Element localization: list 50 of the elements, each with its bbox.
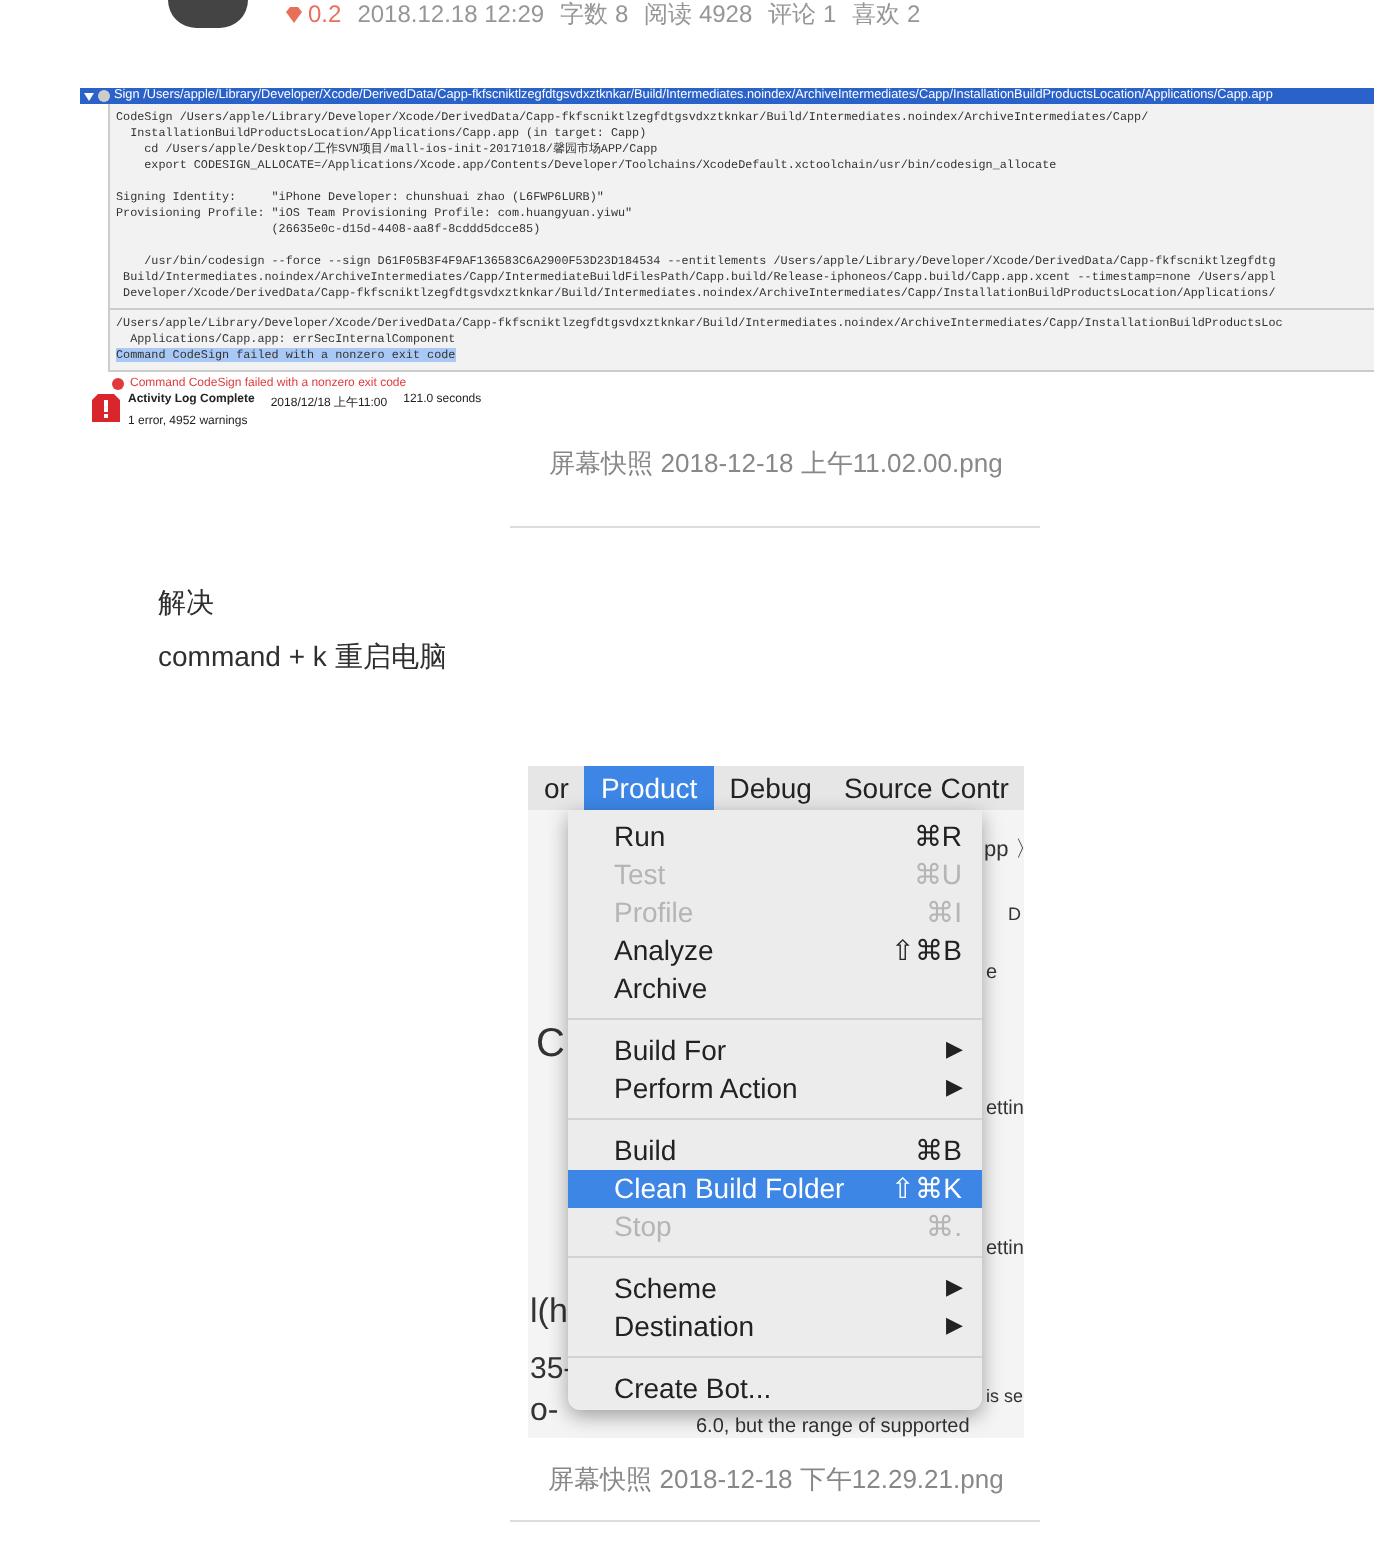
diamond-icon [284, 5, 304, 23]
post-date: 2018.12.18 12:29 [357, 0, 545, 28]
background-text: pp 〉 [984, 838, 1024, 863]
paragraph: 解决 [158, 586, 216, 622]
menu-item[interactable]: Run ⌘R [568, 818, 982, 856]
disclosure-icon [84, 91, 94, 101]
post-stat: 字数 8 [560, 0, 629, 31]
background-text: 6.0, but the range of supported [696, 1416, 970, 1438]
shortcut-text: ⌘B [915, 1132, 962, 1170]
background-text: o- [530, 1394, 559, 1430]
submenu-arrow: ▶ [946, 1074, 962, 1104]
post-stat: 评论 1 [768, 0, 837, 31]
menu-bar-item[interactable]: Debug [713, 766, 828, 810]
background-text: C [536, 1022, 565, 1066]
menu-bar-item[interactable]: or [528, 766, 585, 810]
background-text: ettin [986, 1098, 1024, 1120]
menu-item[interactable]: Build For ▶ [568, 1032, 982, 1070]
shortcut-text: ⌘. [926, 1208, 962, 1246]
error-icon [112, 378, 124, 390]
background-text: is se [986, 1388, 1024, 1408]
submenu-arrow: ▶ [946, 1312, 962, 1342]
menu-item[interactable]: Scheme ▶ [568, 1270, 982, 1308]
menu-bar-item[interactable]: Product [584, 766, 714, 810]
image-caption: 屏幕快照 2018-12-18 下午12.29.21.png [548, 1462, 1004, 1498]
image-caption: 屏幕快照 2018-12-18 上午11.02.00.png [549, 446, 1003, 482]
background-text: l(h [530, 1294, 568, 1332]
score-text: 0.2 [284, 0, 342, 28]
shortcut-text: ⇧⌘B [891, 932, 962, 970]
background-text: e [986, 962, 998, 984]
post-stat: 阅读 4928 [644, 0, 753, 31]
menu-item[interactable]: Create Bot... [568, 1370, 982, 1408]
background-text: 35- [530, 1354, 574, 1387]
paragraph: command + k 重启电脑 [158, 640, 449, 676]
menu-bar-item[interactable]: Source Contr [827, 766, 1024, 810]
shortcut-text: ⇧⌘K [891, 1170, 962, 1208]
post-stat: 喜欢 2 [852, 0, 921, 31]
warning-icon [92, 394, 120, 422]
background-text: D [1008, 906, 1021, 926]
menu-item[interactable]: Destination ▶ [568, 1308, 982, 1346]
menu-item[interactable]: Build ⌘B [568, 1132, 982, 1170]
avatar [168, 0, 248, 28]
menu-item[interactable]: Archive [568, 970, 982, 1008]
info-icon [98, 90, 110, 102]
submenu-arrow: ▶ [946, 1274, 962, 1304]
menu-item[interactable]: Clean Build Folder ⇧⌘K [568, 1170, 982, 1208]
menu-item[interactable]: Perform Action ▶ [568, 1070, 982, 1108]
menu-item[interactable]: Analyze ⇧⌘B [568, 932, 982, 970]
background-text: ettin [986, 1238, 1024, 1260]
shortcut-text: ⌘R [913, 818, 962, 856]
submenu-arrow: ▶ [946, 1036, 962, 1066]
